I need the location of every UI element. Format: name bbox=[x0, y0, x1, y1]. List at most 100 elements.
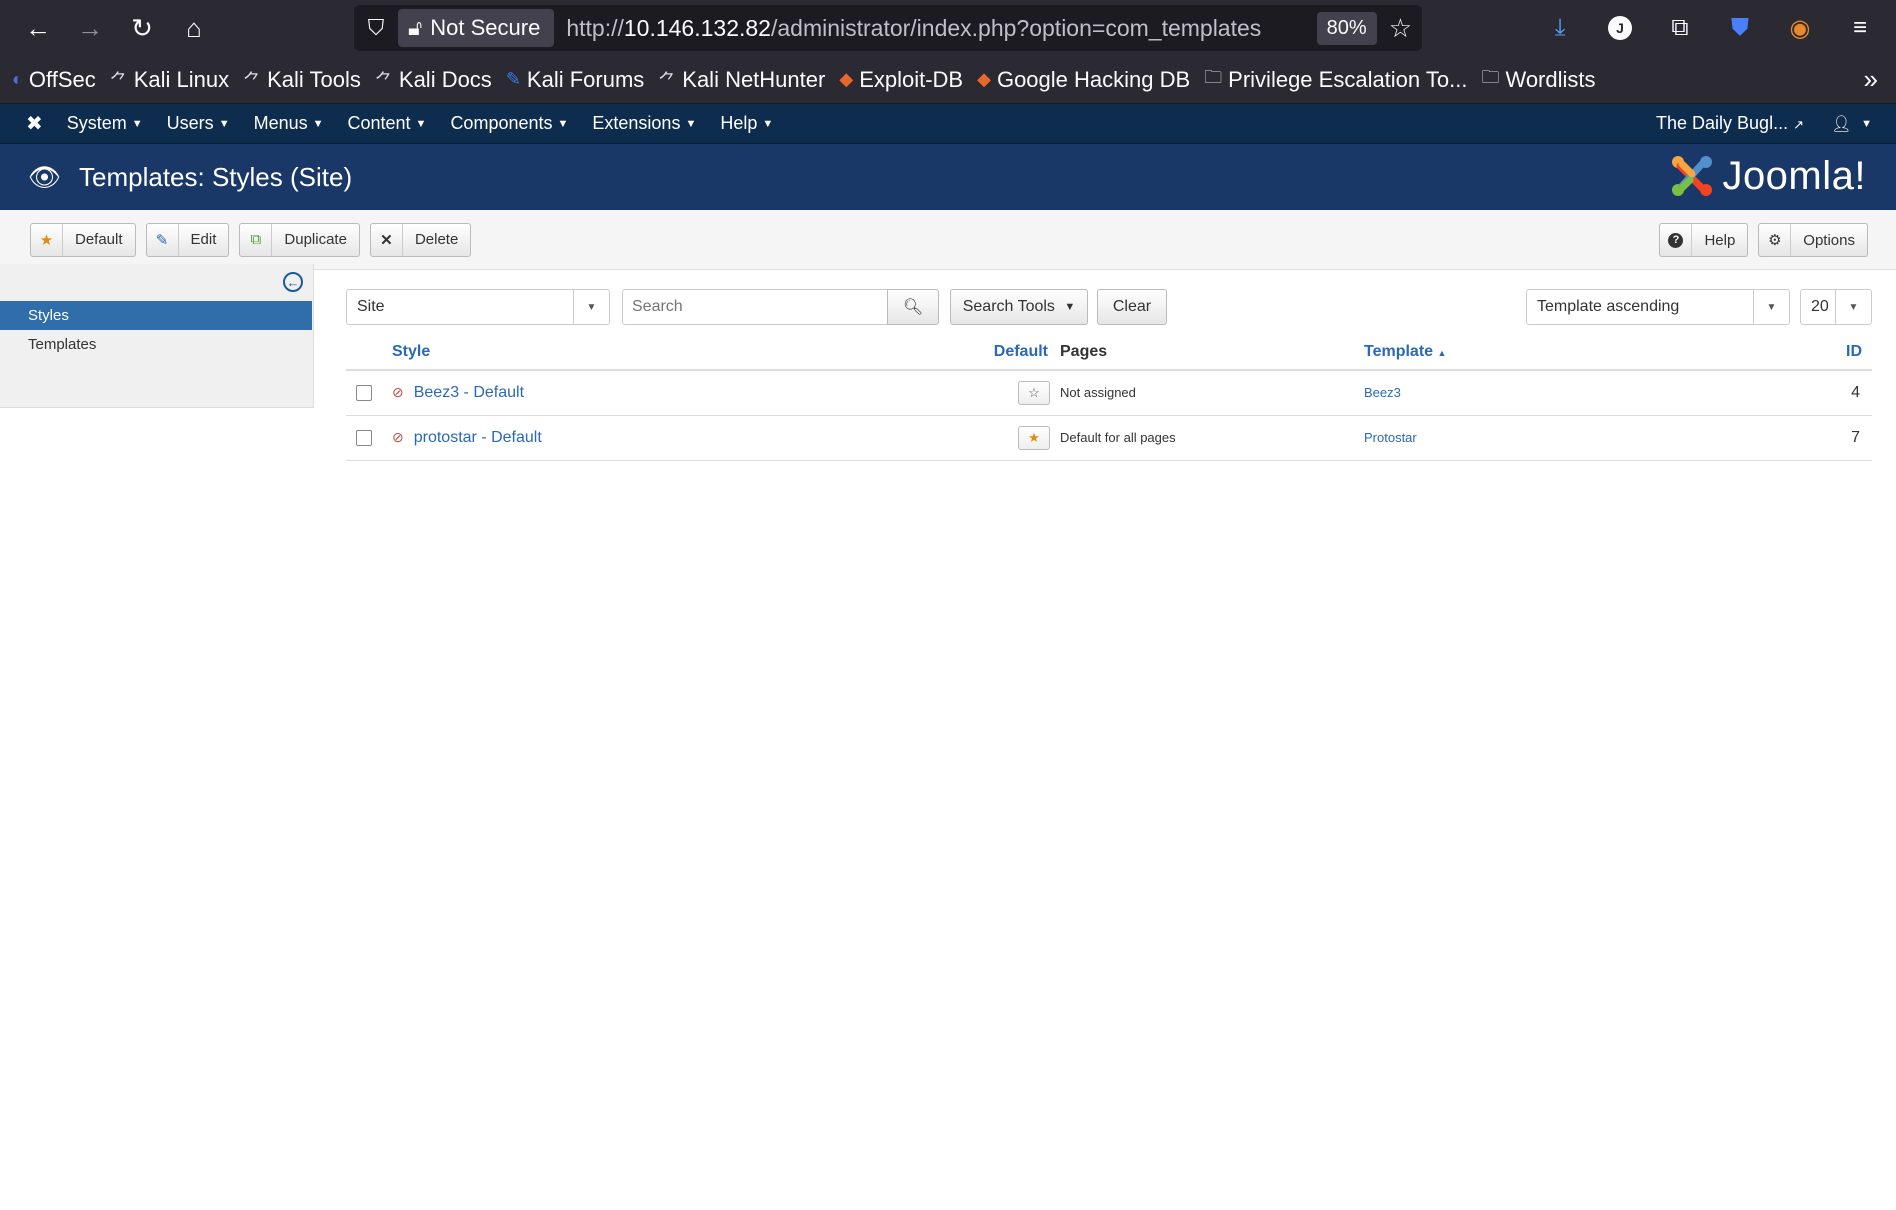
site-name: The Daily Bugl... bbox=[1656, 113, 1789, 133]
bookmark-star-icon[interactable]: ☆ bbox=[1389, 13, 1412, 44]
bookmark-label: Google Hacking DB bbox=[996, 66, 1191, 92]
preview-disabled-icon: ⊘ bbox=[392, 383, 404, 400]
bookmark-offsec[interactable]: ◐ OffSec bbox=[12, 67, 96, 93]
admin-menu-bar: ✖ System ▼ Users ▼ Menus ▼ Content ▼ Compone… bbox=[0, 104, 1896, 144]
downloads-icon[interactable]: ⤓ bbox=[1534, 6, 1586, 50]
user-menu[interactable]: 👤︎ ▼ bbox=[1831, 114, 1872, 134]
menu-content[interactable]: Content ▼ bbox=[348, 113, 427, 134]
style-link[interactable]: protostar - Default bbox=[414, 429, 542, 446]
joomla-logo-icon bbox=[1672, 156, 1713, 196]
column-header-default[interactable]: Default bbox=[980, 334, 1060, 371]
home-button[interactable]: ⌂ bbox=[168, 6, 220, 50]
style-link[interactable]: Beez3 - Default bbox=[414, 384, 524, 401]
menu-users[interactable]: Users ▼ bbox=[167, 113, 230, 134]
style-cell: ⊘ protostar - Default bbox=[392, 415, 980, 461]
bookmark-kali-forums[interactable]: ✎ Kali Forums bbox=[506, 67, 644, 93]
exploit-db-icon: ◆ bbox=[977, 69, 991, 89]
site-info-button[interactable]: 🔓︎ Not Secure bbox=[398, 9, 555, 47]
help-button[interactable]: ? Help bbox=[1659, 223, 1749, 257]
foxyproxy-icon[interactable]: ◉ bbox=[1774, 6, 1826, 50]
privacy-badger-icon[interactable]: ⛊ bbox=[1714, 6, 1766, 50]
menu-extensions[interactable]: Extensions ▼ bbox=[592, 113, 696, 134]
caret-down-icon: ▼ bbox=[557, 118, 569, 131]
checkall-header bbox=[346, 334, 392, 371]
tracking-shield-icon[interactable]: ⛉ bbox=[354, 15, 398, 41]
delete-button[interactable]: ✕ Delete bbox=[369, 222, 472, 257]
limit-select[interactable]: 20 ▼ bbox=[1800, 289, 1872, 325]
caret-down-icon: ▼ bbox=[573, 290, 609, 324]
url-path: /administrator/index.php?option=com_temp… bbox=[770, 14, 1262, 41]
more-bookmarks-icon[interactable]: » bbox=[1864, 64, 1878, 95]
row-checkbox[interactable] bbox=[356, 430, 372, 446]
address-bar[interactable]: ⛉ 🔓︎ Not Secure http://10.146.132.82/adm… bbox=[354, 5, 1422, 51]
menu-label: System bbox=[66, 113, 127, 133]
clear-button[interactable]: Clear bbox=[1097, 289, 1167, 325]
bookmark-label: Kali Docs bbox=[398, 66, 492, 92]
bookmark-kali-docs[interactable]: ⺈ Kali Docs bbox=[375, 67, 492, 93]
menu-icon[interactable]: ≡ bbox=[1834, 6, 1886, 50]
bookmark-kali-nethunter[interactable]: ⺈ Kali NetHunter bbox=[658, 67, 825, 93]
bookmark-label: Kali Forums bbox=[526, 66, 645, 92]
menu-system[interactable]: System ▼ bbox=[67, 113, 143, 134]
kali-dragon-icon: ⺈ bbox=[374, 70, 393, 91]
forward-button[interactable]: → bbox=[64, 6, 116, 50]
gear-icon: ⚙ bbox=[1759, 224, 1792, 256]
menu-label: Menus bbox=[253, 113, 308, 133]
default-button[interactable]: ★ Default bbox=[30, 222, 136, 257]
template-link[interactable]: Beez3 bbox=[1364, 385, 1401, 400]
reload-button[interactable]: ↻ bbox=[116, 6, 168, 50]
bookmark-kali-tools[interactable]: ⺈ Kali Tools bbox=[243, 67, 361, 93]
bookmark-kali-linux[interactable]: ⺈ Kali Linux bbox=[110, 67, 229, 93]
pages-cell: Not assigned bbox=[1060, 370, 1364, 416]
options-button[interactable]: ⚙ Options bbox=[1758, 223, 1868, 257]
table-header-row: Style Default Pages Template ▲ ID bbox=[346, 334, 1872, 371]
page-title: Templates: Styles (Site) bbox=[79, 161, 353, 192]
back-button[interactable]: ← bbox=[12, 6, 64, 50]
bookmark-folder-wordlists[interactable]: 🗀 Wordlists bbox=[1481, 65, 1595, 95]
bookmark-label: Kali Tools bbox=[267, 66, 361, 92]
client-select[interactable]: Site ▼ bbox=[346, 289, 610, 325]
duplicate-button[interactable]: ⧉ Duplicate bbox=[239, 222, 360, 257]
bookmark-label: Wordlists bbox=[1505, 66, 1596, 92]
ordering-select[interactable]: Template ascending ▼ bbox=[1526, 289, 1790, 325]
caret-down-icon: ▼ bbox=[415, 118, 427, 131]
search-tools-button[interactable]: Search Tools ▼ bbox=[950, 289, 1088, 325]
star-outline-icon: ☆ bbox=[1028, 384, 1040, 400]
joomla-logo: Joomla! bbox=[1668, 152, 1866, 200]
menu-components[interactable]: Components ▼ bbox=[450, 113, 568, 134]
template-link[interactable]: Protostar bbox=[1364, 430, 1417, 445]
row-checkbox[interactable] bbox=[356, 385, 372, 402]
delete-x-icon: ✕ bbox=[371, 223, 403, 256]
menu-menus[interactable]: Menus ▼ bbox=[254, 113, 324, 134]
menu-label: Content bbox=[347, 113, 411, 133]
menu-label: Components bbox=[450, 113, 553, 133]
star-icon: ★ bbox=[31, 223, 63, 256]
edit-button[interactable]: ✎ Edit bbox=[145, 222, 230, 257]
bookmark-folder-privesc[interactable]: 🗀 Privilege Escalation To... bbox=[1204, 65, 1467, 95]
sidebar-item-templates[interactable]: Templates bbox=[0, 330, 312, 359]
search-button[interactable]: 🔍︎ bbox=[887, 289, 939, 325]
set-default-button[interactable]: ☆ bbox=[1018, 380, 1050, 405]
menu-help[interactable]: Help ▼ bbox=[720, 113, 773, 134]
extensions-icon[interactable]: ⧉ bbox=[1654, 6, 1706, 50]
url-text[interactable]: http://10.146.132.82/administrator/index… bbox=[566, 15, 1316, 42]
column-header-template[interactable]: Template ▲ bbox=[1364, 334, 1804, 371]
column-header-style[interactable]: Style bbox=[392, 334, 980, 371]
column-header-label: Template bbox=[1364, 342, 1434, 360]
home-icon: ⌂ bbox=[186, 12, 202, 43]
bookmark-google-hacking-db[interactable]: ◆ Google Hacking DB bbox=[977, 67, 1190, 93]
sidebar-item-styles[interactable]: Styles bbox=[0, 301, 312, 330]
joomla-small-logo-icon[interactable]: ✖ bbox=[26, 111, 43, 136]
site-link[interactable]: The Daily Bugl... ↗ bbox=[1656, 113, 1804, 134]
search-input[interactable] bbox=[622, 289, 888, 325]
menu-label: Extensions bbox=[592, 113, 681, 133]
zoom-indicator[interactable]: 80% bbox=[1316, 11, 1377, 45]
bookmark-exploit-db[interactable]: ◆ Exploit-DB bbox=[839, 67, 963, 93]
menu-label: Users bbox=[166, 113, 214, 133]
column-header-id[interactable]: ID bbox=[1804, 334, 1872, 371]
account-icon[interactable]: J bbox=[1594, 6, 1646, 50]
collapse-sidebar-icon[interactable]: ← bbox=[283, 272, 303, 292]
menu-label: Help bbox=[720, 113, 758, 133]
default-indicator-button[interactable]: ★ bbox=[1018, 425, 1050, 450]
bookmark-label: Kali NetHunter bbox=[682, 66, 826, 92]
